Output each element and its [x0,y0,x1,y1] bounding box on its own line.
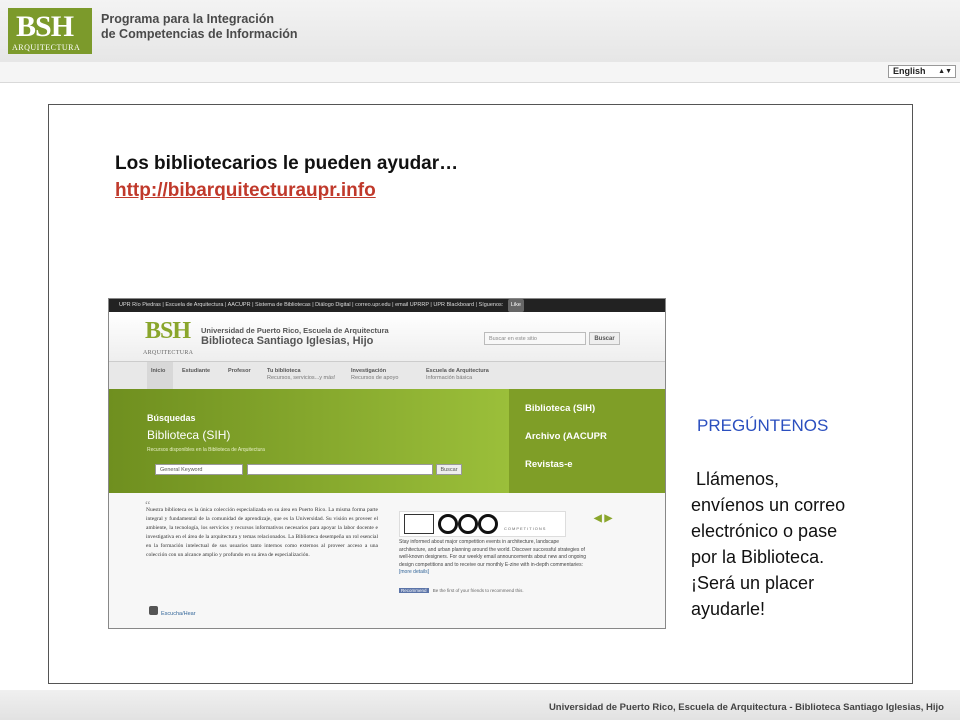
logo-subtitle: ARQUITECTURA [12,43,81,52]
language-bar [0,62,960,83]
site-nav-sub: Recursos, servicios...y más! [267,375,336,381]
program-title-line1: Programa para la Integración [101,12,274,26]
ask-us-heading: PREGÚNTENOS [697,416,829,435]
site-busquedas: Búsquedas [147,413,196,423]
site-logo-sub: ARQUITECTURA [143,350,194,356]
site-panel-link: Biblioteca (SIH) [525,403,596,414]
program-title: Programa para la Integración de Competen… [101,12,298,42]
competitions-logo: COMPETITIONS [399,511,566,537]
site-nav-estudiante: Estudiante [182,368,210,375]
site-intro-text: Nuestra biblioteca es la única colección… [146,507,378,558]
site-biblioteca-sih: Biblioteca (SIH) [147,428,231,442]
site-nav-tu-biblioteca: Tu biblioteca Recursos, servicios...y más… [267,368,335,382]
site-nav-profesor: Profesor [228,368,251,375]
footer-text: Universidad de Puerto Rico, Escuela de A… [548,702,944,713]
chevron-down-icon: ▲▼ [938,68,952,75]
site-nav-inicio: Inicio [151,368,165,375]
site-panel-link: Archivo (AACUPR [525,431,607,442]
program-title-line2: de Competencias de Información [101,27,298,41]
site-nav-label: Profesor [228,368,251,374]
site-nav-label: Inicio [151,368,166,374]
contact-line: Llámenos, [691,469,780,489]
recommend-text: Be the first of your friends to recommen… [432,588,524,593]
site-search-button: Buscar [589,332,620,345]
competitions-logo-c3 [478,514,498,534]
site-nav-sub: Recursos de apoyo [351,375,399,381]
site-listen-link: Escucha/Hear [161,611,196,617]
site-library-name: Biblioteca Santiago Iglesias, Hijo [201,335,374,347]
site-keyword-input [247,464,433,475]
recommend-row: Recommend Be the first of your friends t… [399,588,524,593]
site-university: Universidad de Puerto Rico, Escuela de A… [201,326,389,335]
website-screenshot: UPR Río Piedras | Escuela de Arquitectur… [108,298,666,629]
site-nav-label: Tu biblioteca [267,368,301,374]
site-nav-sub: Información básica [426,375,473,381]
contact-line: envíenos un correo [691,495,846,515]
site-keyword-button: Buscar [436,464,462,475]
site-nav-active [147,362,173,390]
site-topbar: UPR Río Piedras | Escuela de Arquitectur… [109,299,665,312]
site-nav-label: Investigación [351,368,387,374]
site-keyword-select: General Keyword [155,464,243,475]
site-logo: BSH ARQUITECTURA [143,318,197,356]
site-follow-label: Síguenos: [478,302,504,308]
site-search-input: Buscar en este sitio [484,332,586,345]
competitions-text: Stay informed about major competition ev… [399,539,587,577]
competitions-logo-box [404,514,434,534]
site-nav-label: Estudiante [182,368,211,374]
logo-mark: BSH [16,10,74,43]
site-nav-escuela: Escuela de Arquitectura Información básic… [426,368,489,382]
site-follow-button: Like [507,299,524,312]
contact-line: ayudarle! [691,599,766,619]
speaker-icon [149,606,158,615]
logo: BSH ARQUITECTURA [8,8,92,54]
site-recursos-note: Recursos disponibles en la Biblioteca de… [147,447,265,453]
site-panel-link: Revistas-e [525,459,573,470]
contact-line: por la Biblioteca. [691,547,825,567]
site-logo-mark: BSH [145,318,191,344]
site-side-panel: Biblioteca (SIH) Archivo (AACUPR Revista… [509,389,665,493]
site-topbar-links: UPR Río Piedras | Escuela de Arquitectur… [119,302,477,308]
competitions-logo-c1 [438,514,458,534]
competitions-description: Stay informed about major competition ev… [399,539,587,568]
recommend-button: Recommend [399,588,429,593]
slide-heading: Los bibliotecarios le pueden ayudar… [115,153,459,174]
carousel-arrows: ◀ ▶ [594,513,613,524]
contact-line: electrónico o pase [691,521,838,541]
competitions-label: COMPETITIONS [504,526,547,531]
contact-line: ¡Será un placer [691,573,815,593]
site-nav: Inicio Estudiante Profesor Tu biblioteca… [109,361,665,390]
competitions-logo-c2 [458,514,478,534]
more-details-link: [more details] [399,569,430,575]
language-select-value: English [893,66,926,76]
site-nav-investigacion: Investigación Recursos de apoyo [351,368,398,382]
library-link[interactable]: http://bibarquitecturaupr.info [115,180,376,202]
site-header: BSH ARQUITECTURA Universidad de Puerto R… [109,312,665,361]
language-select[interactable]: English ▲▼ [888,65,956,78]
site-nav-label: Escuela de Arquitectura [426,368,489,374]
contact-text: Llámenos, envíenos un correo electrónico… [691,466,845,622]
